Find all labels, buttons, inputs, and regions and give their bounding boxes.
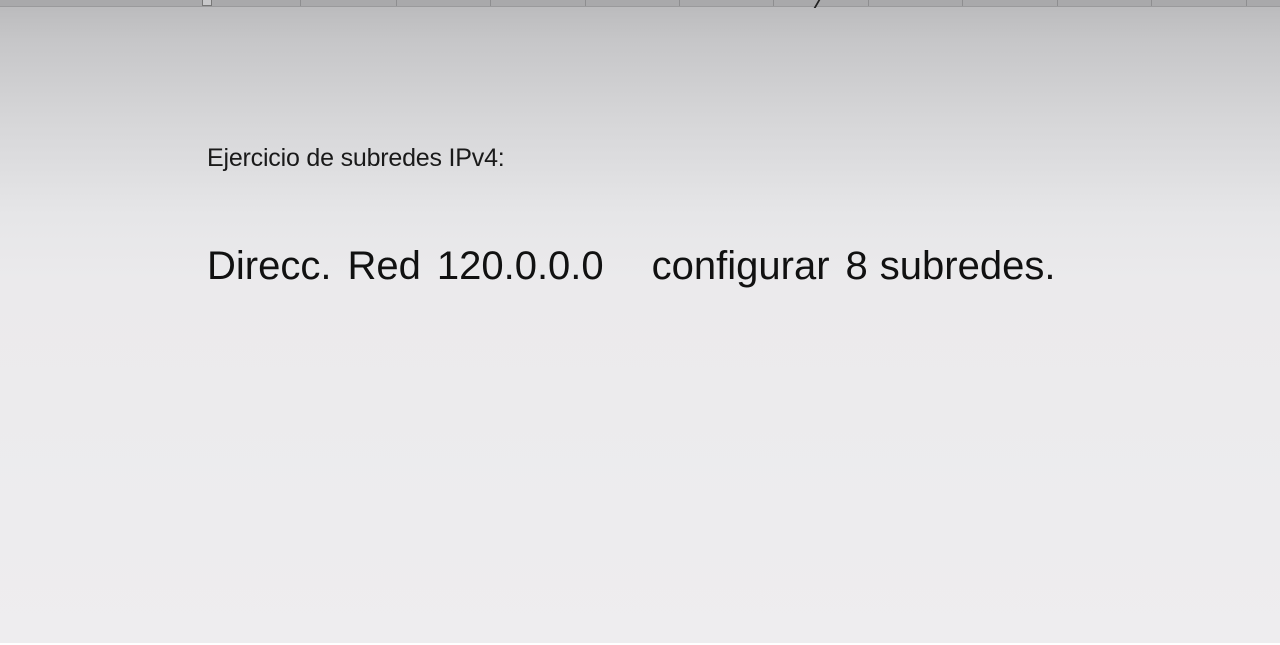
statement-word: Direcc.	[207, 244, 332, 288]
subnet-count: 8	[845, 244, 868, 288]
statement-word: Red	[347, 244, 421, 288]
network-address: 120.0.0.0	[436, 244, 604, 288]
ruler-tick	[490, 0, 491, 6]
ruler-tick	[1151, 0, 1152, 6]
indent-marker-icon[interactable]	[202, 0, 212, 6]
exercise-statement[interactable]: Direcc. Red 120.0.0.0 configurar 8 subredes.	[207, 244, 1055, 289]
document-page	[0, 0, 1280, 645]
ruler-tick	[585, 0, 586, 6]
statement-word: subredes.	[879, 244, 1056, 288]
ruler-tick	[1246, 0, 1247, 6]
horizontal-ruler[interactable]	[0, 0, 1280, 8]
exercise-heading[interactable]: Ejercicio de subredes IPv4:	[207, 144, 505, 173]
ruler-tick	[396, 0, 397, 6]
ruler-tick	[868, 0, 869, 6]
ruler-tick	[679, 0, 680, 6]
statement-word: configurar	[651, 244, 830, 288]
mouse-pointer-icon	[813, 0, 821, 8]
ruler-tick	[773, 0, 774, 6]
ruler-tick	[1057, 0, 1058, 6]
ruler-tick	[300, 0, 301, 6]
ruler-tick	[962, 0, 963, 6]
